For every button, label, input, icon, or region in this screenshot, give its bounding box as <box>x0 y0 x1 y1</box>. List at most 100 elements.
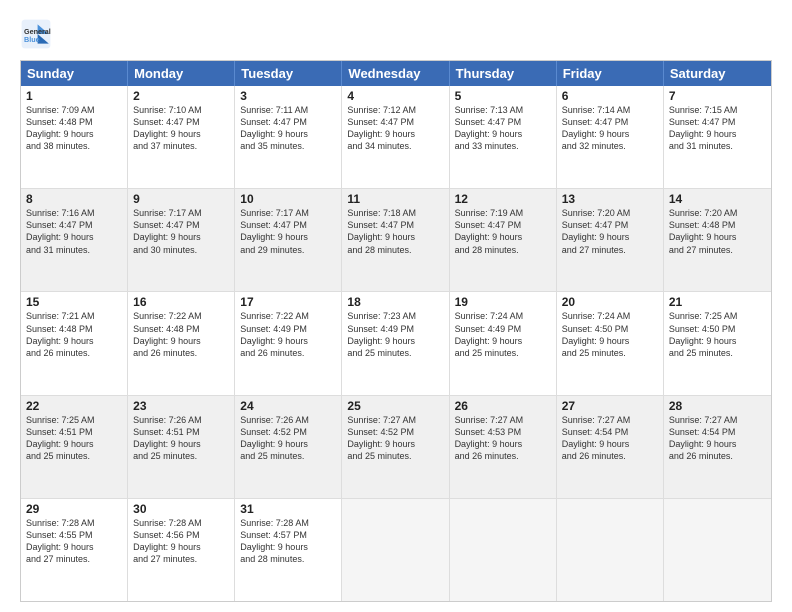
calendar-cell: 30Sunrise: 7:28 AMSunset: 4:56 PMDayligh… <box>128 499 235 601</box>
calendar-row-1: 1Sunrise: 7:09 AMSunset: 4:48 PMDaylight… <box>21 86 771 188</box>
calendar-cell: 10Sunrise: 7:17 AMSunset: 4:47 PMDayligh… <box>235 189 342 291</box>
calendar-cell: 14Sunrise: 7:20 AMSunset: 4:48 PMDayligh… <box>664 189 771 291</box>
cell-text: Sunrise: 7:11 AMSunset: 4:47 PMDaylight:… <box>240 104 336 153</box>
cell-text: Sunrise: 7:14 AMSunset: 4:47 PMDaylight:… <box>562 104 658 153</box>
day-number: 14 <box>669 192 766 206</box>
cell-text: Sunrise: 7:28 AMSunset: 4:57 PMDaylight:… <box>240 517 336 566</box>
cell-text: Sunrise: 7:20 AMSunset: 4:48 PMDaylight:… <box>669 207 766 256</box>
calendar-cell: 4Sunrise: 7:12 AMSunset: 4:47 PMDaylight… <box>342 86 449 188</box>
calendar-header: SundayMondayTuesdayWednesdayThursdayFrid… <box>21 61 771 86</box>
calendar-cell: 27Sunrise: 7:27 AMSunset: 4:54 PMDayligh… <box>557 396 664 498</box>
cell-text: Sunrise: 7:13 AMSunset: 4:47 PMDaylight:… <box>455 104 551 153</box>
day-number: 21 <box>669 295 766 309</box>
day-number: 2 <box>133 89 229 103</box>
calendar-cell: 8Sunrise: 7:16 AMSunset: 4:47 PMDaylight… <box>21 189 128 291</box>
header-day-wednesday: Wednesday <box>342 61 449 86</box>
calendar-cell <box>450 499 557 601</box>
cell-text: Sunrise: 7:15 AMSunset: 4:47 PMDaylight:… <box>669 104 766 153</box>
day-number: 18 <box>347 295 443 309</box>
day-number: 19 <box>455 295 551 309</box>
calendar-cell <box>557 499 664 601</box>
calendar-cell: 5Sunrise: 7:13 AMSunset: 4:47 PMDaylight… <box>450 86 557 188</box>
cell-text: Sunrise: 7:24 AMSunset: 4:50 PMDaylight:… <box>562 310 658 359</box>
cell-text: Sunrise: 7:27 AMSunset: 4:53 PMDaylight:… <box>455 414 551 463</box>
calendar-cell: 17Sunrise: 7:22 AMSunset: 4:49 PMDayligh… <box>235 292 342 394</box>
day-number: 1 <box>26 89 122 103</box>
page: General Blue SundayMondayTuesdayWednesda… <box>0 0 792 612</box>
header-day-tuesday: Tuesday <box>235 61 342 86</box>
day-number: 15 <box>26 295 122 309</box>
calendar-row-5: 29Sunrise: 7:28 AMSunset: 4:55 PMDayligh… <box>21 498 771 601</box>
cell-text: Sunrise: 7:18 AMSunset: 4:47 PMDaylight:… <box>347 207 443 256</box>
calendar-cell: 24Sunrise: 7:26 AMSunset: 4:52 PMDayligh… <box>235 396 342 498</box>
cell-text: Sunrise: 7:27 AMSunset: 4:52 PMDaylight:… <box>347 414 443 463</box>
calendar-cell: 18Sunrise: 7:23 AMSunset: 4:49 PMDayligh… <box>342 292 449 394</box>
calendar-cell: 12Sunrise: 7:19 AMSunset: 4:47 PMDayligh… <box>450 189 557 291</box>
day-number: 27 <box>562 399 658 413</box>
logo: General Blue <box>20 18 58 50</box>
cell-text: Sunrise: 7:25 AMSunset: 4:51 PMDaylight:… <box>26 414 122 463</box>
cell-text: Sunrise: 7:27 AMSunset: 4:54 PMDaylight:… <box>562 414 658 463</box>
cell-text: Sunrise: 7:26 AMSunset: 4:51 PMDaylight:… <box>133 414 229 463</box>
cell-text: Sunrise: 7:12 AMSunset: 4:47 PMDaylight:… <box>347 104 443 153</box>
calendar-cell: 23Sunrise: 7:26 AMSunset: 4:51 PMDayligh… <box>128 396 235 498</box>
day-number: 22 <box>26 399 122 413</box>
calendar-cell: 25Sunrise: 7:27 AMSunset: 4:52 PMDayligh… <box>342 396 449 498</box>
day-number: 20 <box>562 295 658 309</box>
header-day-sunday: Sunday <box>21 61 128 86</box>
day-number: 30 <box>133 502 229 516</box>
calendar-row-4: 22Sunrise: 7:25 AMSunset: 4:51 PMDayligh… <box>21 395 771 498</box>
cell-text: Sunrise: 7:27 AMSunset: 4:54 PMDaylight:… <box>669 414 766 463</box>
calendar-cell <box>342 499 449 601</box>
cell-text: Sunrise: 7:09 AMSunset: 4:48 PMDaylight:… <box>26 104 122 153</box>
calendar-cell: 15Sunrise: 7:21 AMSunset: 4:48 PMDayligh… <box>21 292 128 394</box>
day-number: 12 <box>455 192 551 206</box>
calendar-row-3: 15Sunrise: 7:21 AMSunset: 4:48 PMDayligh… <box>21 291 771 394</box>
day-number: 5 <box>455 89 551 103</box>
cell-text: Sunrise: 7:23 AMSunset: 4:49 PMDaylight:… <box>347 310 443 359</box>
cell-text: Sunrise: 7:22 AMSunset: 4:49 PMDaylight:… <box>240 310 336 359</box>
day-number: 7 <box>669 89 766 103</box>
calendar-cell: 9Sunrise: 7:17 AMSunset: 4:47 PMDaylight… <box>128 189 235 291</box>
day-number: 23 <box>133 399 229 413</box>
header-day-saturday: Saturday <box>664 61 771 86</box>
day-number: 31 <box>240 502 336 516</box>
day-number: 24 <box>240 399 336 413</box>
cell-text: Sunrise: 7:17 AMSunset: 4:47 PMDaylight:… <box>240 207 336 256</box>
calendar-cell: 28Sunrise: 7:27 AMSunset: 4:54 PMDayligh… <box>664 396 771 498</box>
calendar-cell: 11Sunrise: 7:18 AMSunset: 4:47 PMDayligh… <box>342 189 449 291</box>
header-day-monday: Monday <box>128 61 235 86</box>
calendar-cell: 6Sunrise: 7:14 AMSunset: 4:47 PMDaylight… <box>557 86 664 188</box>
calendar-cell: 13Sunrise: 7:20 AMSunset: 4:47 PMDayligh… <box>557 189 664 291</box>
cell-text: Sunrise: 7:17 AMSunset: 4:47 PMDaylight:… <box>133 207 229 256</box>
calendar-cell <box>664 499 771 601</box>
calendar-cell: 19Sunrise: 7:24 AMSunset: 4:49 PMDayligh… <box>450 292 557 394</box>
calendar-row-2: 8Sunrise: 7:16 AMSunset: 4:47 PMDaylight… <box>21 188 771 291</box>
calendar-cell: 16Sunrise: 7:22 AMSunset: 4:48 PMDayligh… <box>128 292 235 394</box>
cell-text: Sunrise: 7:20 AMSunset: 4:47 PMDaylight:… <box>562 207 658 256</box>
calendar-body: 1Sunrise: 7:09 AMSunset: 4:48 PMDaylight… <box>21 86 771 601</box>
day-number: 28 <box>669 399 766 413</box>
logo-icon: General Blue <box>20 18 52 50</box>
calendar-cell: 22Sunrise: 7:25 AMSunset: 4:51 PMDayligh… <box>21 396 128 498</box>
calendar-cell: 7Sunrise: 7:15 AMSunset: 4:47 PMDaylight… <box>664 86 771 188</box>
calendar-cell: 1Sunrise: 7:09 AMSunset: 4:48 PMDaylight… <box>21 86 128 188</box>
cell-text: Sunrise: 7:25 AMSunset: 4:50 PMDaylight:… <box>669 310 766 359</box>
cell-text: Sunrise: 7:28 AMSunset: 4:55 PMDaylight:… <box>26 517 122 566</box>
calendar-cell: 29Sunrise: 7:28 AMSunset: 4:55 PMDayligh… <box>21 499 128 601</box>
calendar-cell: 26Sunrise: 7:27 AMSunset: 4:53 PMDayligh… <box>450 396 557 498</box>
day-number: 3 <box>240 89 336 103</box>
calendar-cell: 20Sunrise: 7:24 AMSunset: 4:50 PMDayligh… <box>557 292 664 394</box>
cell-text: Sunrise: 7:28 AMSunset: 4:56 PMDaylight:… <box>133 517 229 566</box>
header: General Blue <box>20 18 772 50</box>
day-number: 6 <box>562 89 658 103</box>
cell-text: Sunrise: 7:22 AMSunset: 4:48 PMDaylight:… <box>133 310 229 359</box>
day-number: 9 <box>133 192 229 206</box>
calendar-cell: 31Sunrise: 7:28 AMSunset: 4:57 PMDayligh… <box>235 499 342 601</box>
day-number: 26 <box>455 399 551 413</box>
day-number: 8 <box>26 192 122 206</box>
cell-text: Sunrise: 7:26 AMSunset: 4:52 PMDaylight:… <box>240 414 336 463</box>
cell-text: Sunrise: 7:16 AMSunset: 4:47 PMDaylight:… <box>26 207 122 256</box>
day-number: 11 <box>347 192 443 206</box>
cell-text: Sunrise: 7:10 AMSunset: 4:47 PMDaylight:… <box>133 104 229 153</box>
